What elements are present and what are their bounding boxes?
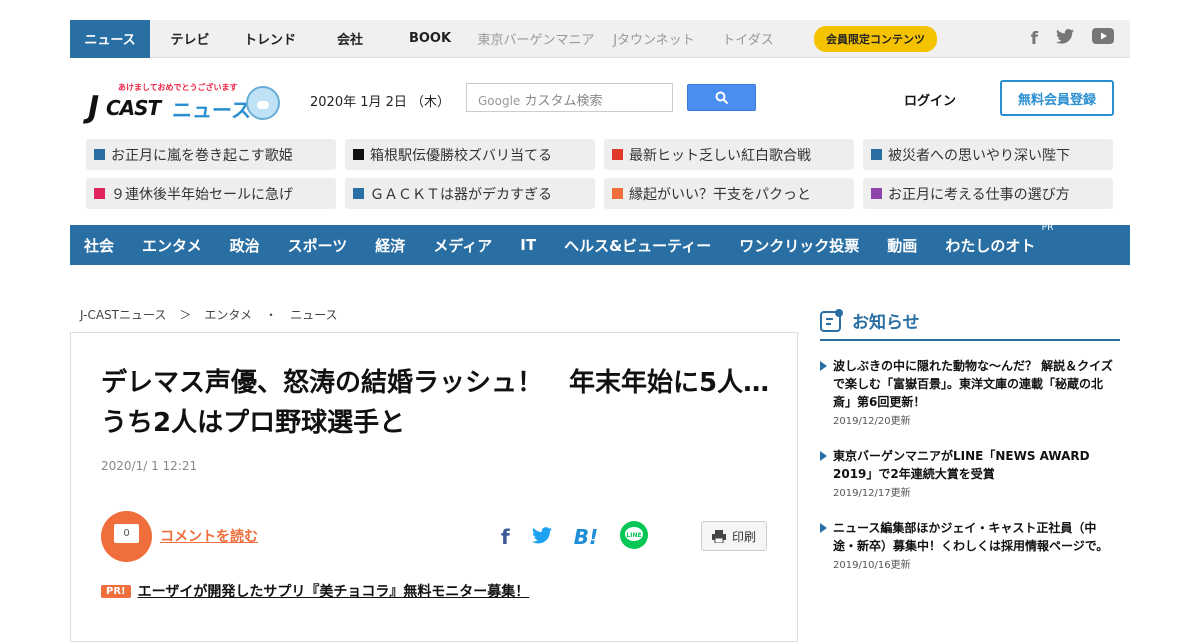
read-comments-link[interactable]: コメントを読む <box>160 526 258 546</box>
notice-date: 2019/10/16更新 <box>833 560 911 571</box>
facebook-share-icon[interactable]: f <box>501 525 510 549</box>
category-it[interactable]: IT <box>520 236 536 254</box>
pr-badge: PR! <box>101 584 131 598</box>
youtube-icon[interactable] <box>1092 28 1114 49</box>
category-society[interactable]: 社会 <box>84 235 114 256</box>
jcast-logo[interactable]: あけましておめでとうございます J CAST ニュース <box>88 80 288 125</box>
login-link[interactable]: ログイン <box>904 90 956 109</box>
search-placeholder: カスタム検索 <box>524 94 603 109</box>
google-label: Google <box>478 94 521 108</box>
comment-icon[interactable]: 0 <box>101 511 152 562</box>
category-watashi-no-oto[interactable]: わたしのオト PR <box>945 223 1053 256</box>
trend-square-icon <box>612 149 623 160</box>
article-title: デレマス声優、怒涛の結婚ラッシュ！ 年末年始に5人…うち2人はプロ野球選手と <box>101 368 770 438</box>
trend-square-icon <box>871 149 882 160</box>
tab-jtown-net[interactable]: Jタウンネット <box>602 20 706 58</box>
breadcrumb-entame[interactable]: エンタメ <box>204 306 252 323</box>
hatena-bookmark-icon[interactable]: B! <box>574 525 598 549</box>
sidebar-notices: お知らせ 波しぶきの中に隠れた動物な～んだ？ 解説＆クイズで楽しむ「富嶽百景」。… <box>820 308 1120 575</box>
breadcrumb: J-CASTニュース ＞ エンタメ ・ ニュース <box>80 306 337 323</box>
logo-j: J <box>88 90 100 125</box>
trend-item[interactable]: 箱根駅伝優勝校ズバリ当てる <box>345 139 595 170</box>
site-header: あけましておめでとうございます J CAST ニュース 2020年 1月 2日 … <box>70 78 1130 128</box>
trend-item[interactable]: 縁起がいい？干支をパクっと <box>604 178 854 209</box>
trend-item[interactable]: ９連休後半年始セールに急げ <box>86 178 336 209</box>
current-date: 2020年 1月 2日 （木） <box>310 95 451 110</box>
tab-tv[interactable]: テレビ <box>150 20 230 58</box>
search-button[interactable] <box>687 84 756 111</box>
trend-item[interactable]: ＧＡＣＫＴは器がデカすぎる <box>345 178 595 209</box>
notices-title: お知らせ <box>852 313 920 333</box>
breadcrumb-separator: ・ <box>265 308 278 322</box>
notice-icon <box>820 308 843 332</box>
arrow-right-icon <box>820 451 827 461</box>
tab-book[interactable]: BOOK <box>390 20 470 58</box>
notice-date: 2019/12/20更新 <box>833 416 911 427</box>
svg-text:LINE: LINE <box>626 532 641 539</box>
breadcrumb-news[interactable]: ニュース <box>290 306 337 323</box>
tab-bargain-mania[interactable]: 東京バーゲンマニア <box>470 20 602 58</box>
article-date: 2020/1/ 1 12:21 <box>101 459 198 473</box>
arrow-right-icon <box>820 361 827 371</box>
free-register-button[interactable]: 無料会員登録 <box>1000 80 1114 116</box>
twitter-share-icon[interactable] <box>531 526 552 548</box>
trend-item[interactable]: お正月に考える仕事の選び方 <box>863 178 1113 209</box>
tab-trend[interactable]: トレンド <box>230 20 310 58</box>
pr-link[interactable]: エーザイが開発したサプリ『美チョコラ』無料モニター募集！ <box>138 581 530 601</box>
category-entame[interactable]: エンタメ <box>142 235 202 256</box>
category-navigation: 社会 エンタメ 政治 スポーツ 経済 メディア IT ヘルス&ビューティー ワン… <box>70 223 1130 265</box>
pr-mark: PR <box>1041 222 1054 233</box>
notices-header: お知らせ <box>820 308 1120 341</box>
trend-item[interactable]: 最新ヒット乏しい紅白歌合戦 <box>604 139 854 170</box>
trend-item[interactable]: 被災者への思いやり深い陛下 <box>863 139 1113 170</box>
trend-item[interactable]: お正月に嵐を巻き起こす歌姫 <box>86 139 336 170</box>
trend-square-icon <box>94 188 105 199</box>
share-buttons: f B! LINE <box>501 521 649 553</box>
facebook-icon[interactable]: f <box>1031 29 1038 49</box>
notice-date: 2019/12/17更新 <box>833 488 911 499</box>
category-economy[interactable]: 経済 <box>375 235 405 256</box>
comment-count: 0 <box>114 524 139 543</box>
logo-tagline: あけましておめでとうございます <box>118 83 238 92</box>
pr-advertisement: PR! エーザイが開発したサプリ『美チョコラ』無料モニター募集！ <box>101 581 529 601</box>
logo-cast: CAST <box>106 96 161 120</box>
category-one-click-vote[interactable]: ワンクリック投票 <box>739 235 859 256</box>
category-health-beauty[interactable]: ヘルス&ビューティー <box>564 235 711 256</box>
breadcrumb-home[interactable]: J-CASTニュース <box>80 306 166 323</box>
mouse-mascot-icon <box>246 86 280 120</box>
trend-square-icon <box>612 188 623 199</box>
trend-square-icon <box>353 149 364 160</box>
arrow-right-icon <box>820 523 827 533</box>
printer-icon <box>711 529 726 543</box>
notice-item[interactable]: 東京バーゲンマニアがLINE「NEWS AWARD 2019」で2年連続大賞を受… <box>820 447 1120 503</box>
search-input[interactable]: Google カスタム検索 <box>466 83 673 112</box>
notice-item[interactable]: 波しぶきの中に隠れた動物な～んだ？ 解説＆クイズで楽しむ「富嶽百景」。東洋文庫の… <box>820 357 1120 431</box>
top-navigation: ニュース テレビ トレンド 会社 BOOK 東京バーゲンマニア Jタウンネット … <box>70 19 1130 58</box>
category-politics[interactable]: 政治 <box>230 235 260 256</box>
social-links: f <box>1031 28 1130 49</box>
category-video[interactable]: 動画 <box>887 235 917 256</box>
tab-news[interactable]: ニュース <box>70 19 150 58</box>
breadcrumb-separator: ＞ <box>179 308 192 322</box>
category-sports[interactable]: スポーツ <box>288 235 348 256</box>
article-card: デレマス声優、怒涛の結婚ラッシュ！ 年末年始に5人…うち2人はプロ野球選手と 2… <box>70 332 798 642</box>
trend-square-icon <box>871 188 882 199</box>
print-button[interactable]: 印刷 <box>701 521 767 551</box>
trend-square-icon <box>94 149 105 160</box>
notice-item[interactable]: ニュース編集部ほかジェイ・キャスト正社員（中途・新卒）募集中！くわしくは採用情報… <box>820 519 1120 575</box>
member-content-button[interactable]: 会員限定コンテンツ <box>814 25 937 52</box>
tab-company[interactable]: 会社 <box>310 20 390 58</box>
logo-news: ニュース <box>172 98 251 122</box>
twitter-icon[interactable] <box>1056 28 1074 49</box>
line-share-icon[interactable]: LINE <box>620 521 649 553</box>
category-media[interactable]: メディア <box>433 235 492 256</box>
tab-toidas[interactable]: トイダス <box>706 20 790 58</box>
search-icon <box>715 91 728 104</box>
trend-square-icon <box>353 188 364 199</box>
trending-topics: お正月に嵐を巻き起こす歌姫 箱根駅伝優勝校ズバリ当てる 最新ヒット乏しい紅白歌合… <box>86 139 1116 209</box>
